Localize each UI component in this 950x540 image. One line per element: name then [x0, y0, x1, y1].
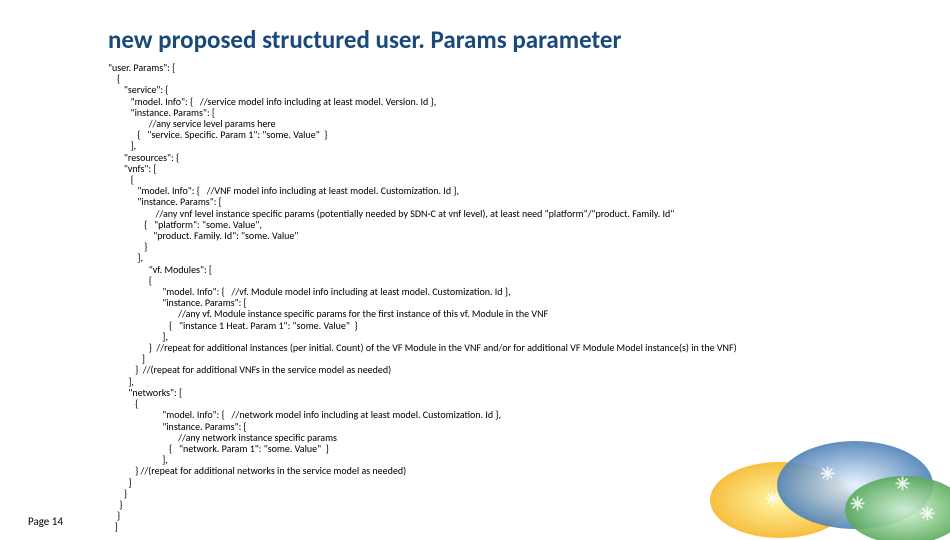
svg-text:✳: ✳ [765, 489, 780, 509]
svg-text:✳: ✳ [850, 494, 865, 514]
svg-text:✳: ✳ [895, 474, 910, 494]
code-line: ] [108, 520, 118, 533]
code-block: "user. Params": [ { "service": { "model.… [108, 62, 737, 533]
code-line: } //(repeat for additional networks in t… [108, 464, 406, 477]
code-line: } //(repeat for additional VNFs in the s… [108, 363, 391, 376]
slide-page: new proposed structured user. Params par… [0, 0, 950, 540]
svg-text:✳: ✳ [820, 464, 835, 484]
page-number: Page 14 [28, 515, 63, 528]
page-title: new proposed structured user. Params par… [108, 24, 621, 55]
svg-text:✳: ✳ [920, 504, 935, 524]
code-line: } //repeat for additional instances (per… [108, 341, 737, 354]
code-line: { "service. Specific. Param 1": "some. V… [108, 128, 327, 141]
